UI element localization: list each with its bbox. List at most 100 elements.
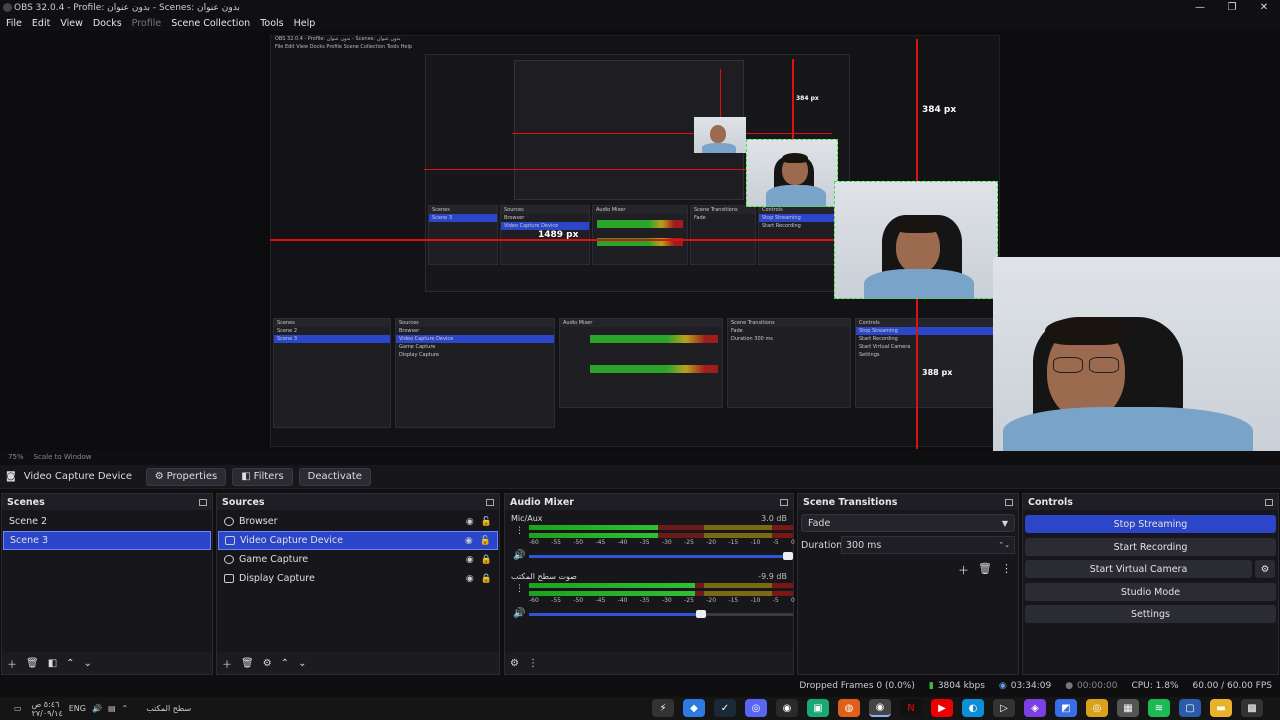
undock-icon[interactable] bbox=[199, 498, 207, 506]
app-icon[interactable]: ◈ bbox=[1024, 699, 1046, 717]
duration-input[interactable]: 300 ms ⌃⌄ bbox=[841, 536, 1015, 554]
deactivate-button[interactable]: Deactivate bbox=[298, 467, 371, 486]
add-icon[interactable]: ＋ bbox=[958, 562, 969, 578]
network-icon[interactable]: ▤ bbox=[108, 704, 116, 713]
media-player-icon[interactable]: ▷ bbox=[993, 699, 1015, 717]
browser-icon[interactable]: ◍ bbox=[838, 699, 860, 717]
transition-select[interactable]: Fade ▼ bbox=[801, 514, 1015, 532]
stream-time: 03:34:09 bbox=[1010, 681, 1052, 691]
obs-icon[interactable]: ◉ bbox=[776, 699, 798, 717]
menu-edit[interactable]: Edit bbox=[32, 18, 50, 29]
chevron-up-icon[interactable]: ⌃ bbox=[66, 658, 74, 669]
chevron-up-icon[interactable]: ⌃ bbox=[281, 658, 289, 669]
menu-profile[interactable]: Profile bbox=[132, 18, 162, 29]
lock-icon[interactable]: 🔒 bbox=[481, 555, 492, 565]
speaker-icon[interactable]: 🔊 bbox=[513, 550, 525, 561]
add-icon[interactable]: ＋ bbox=[222, 656, 232, 671]
lock-icon[interactable]: 🔓 bbox=[481, 517, 492, 527]
chrome-icon[interactable]: ◎ bbox=[1086, 699, 1108, 717]
undock-icon[interactable] bbox=[486, 498, 494, 506]
chevron-down-icon[interactable]: ⌄ bbox=[84, 658, 92, 669]
filters-button[interactable]: ◧ Filters bbox=[232, 467, 293, 486]
gear-icon[interactable]: ⚙ bbox=[510, 658, 519, 669]
app-icon[interactable]: ▣ bbox=[807, 699, 829, 717]
stepper-icon[interactable]: ⌃⌄ bbox=[998, 541, 1014, 549]
source-item[interactable]: Display Capture ◉ 🔒 bbox=[218, 569, 498, 588]
menu-help[interactable]: Help bbox=[294, 18, 316, 29]
chevron-down-icon[interactable]: ⌄ bbox=[298, 658, 306, 669]
scene-item[interactable]: Scene 3 bbox=[3, 531, 211, 550]
app-icon[interactable]: ◩ bbox=[1055, 699, 1077, 717]
source-item[interactable]: Browser ◉ 🔓 bbox=[218, 512, 498, 531]
scale-mode-select[interactable]: Scale to Window bbox=[34, 453, 92, 461]
close-button[interactable]: ✕ bbox=[1248, 0, 1280, 15]
speaker-icon[interactable]: 🔊 bbox=[513, 608, 525, 619]
trash-icon[interactable]: 🗑 bbox=[241, 658, 254, 669]
desktop-toolbar[interactable]: سطح المكتب bbox=[146, 704, 191, 713]
undock-icon[interactable] bbox=[1005, 498, 1013, 506]
chevron-up-icon[interactable]: ⌃ bbox=[122, 704, 129, 713]
start-recording-button[interactable]: Start Recording bbox=[1025, 538, 1276, 556]
menu-tools[interactable]: Tools bbox=[260, 18, 283, 29]
obs-active-icon[interactable]: ◉ bbox=[869, 699, 891, 717]
channel-db: -9.9 dB bbox=[758, 572, 787, 581]
volume-slider[interactable] bbox=[529, 552, 793, 560]
trash-icon[interactable]: 🗑 bbox=[978, 562, 992, 578]
netflix-icon[interactable]: N bbox=[900, 699, 922, 717]
menu-file[interactable]: File bbox=[6, 18, 22, 29]
start-virtual-camera-button[interactable]: Start Virtual Camera bbox=[1025, 560, 1252, 578]
properties-button[interactable]: ⚙ Properties bbox=[145, 467, 227, 486]
volume-slider[interactable] bbox=[529, 610, 793, 618]
steam-icon[interactable]: ✓ bbox=[714, 699, 736, 717]
filter-icon[interactable]: ◧ bbox=[48, 658, 57, 669]
eye-icon[interactable]: ◉ bbox=[466, 574, 474, 584]
tick-label: -55 bbox=[551, 597, 561, 604]
menu-docks[interactable]: Docks bbox=[93, 18, 122, 29]
app-icon[interactable]: ⚡ bbox=[652, 699, 674, 717]
more-icon[interactable]: ⋮ bbox=[515, 526, 524, 536]
bitrate: 3804 kbps bbox=[937, 681, 985, 691]
source-item[interactable]: Game Capture ◉ 🔒 bbox=[218, 550, 498, 569]
stop-streaming-button[interactable]: Stop Streaming bbox=[1025, 515, 1276, 533]
app-icon[interactable]: ◆ bbox=[683, 699, 705, 717]
studio-mode-button[interactable]: Studio Mode bbox=[1025, 583, 1276, 601]
camera-icon: ◙ bbox=[6, 471, 16, 482]
preview-canvas[interactable]: OBS 32.0.4 - Profile: بدون عنوان - Scene… bbox=[0, 31, 1280, 461]
virtual-camera-settings-button[interactable]: ⚙ bbox=[1255, 560, 1275, 578]
notification-icon[interactable]: ▭ bbox=[14, 704, 22, 713]
language-indicator[interactable]: ENG bbox=[69, 704, 86, 713]
eye-icon[interactable]: ◉ bbox=[466, 517, 474, 527]
folder-icon[interactable]: ▬ bbox=[1210, 699, 1232, 717]
edge-icon[interactable]: ◐ bbox=[962, 699, 984, 717]
undock-icon[interactable] bbox=[780, 498, 788, 506]
maximize-button[interactable]: ❐ bbox=[1216, 0, 1248, 15]
more-icon[interactable]: ⋮ bbox=[1001, 562, 1012, 578]
scene-item[interactable]: Scene 2 bbox=[3, 512, 211, 531]
lock-icon[interactable]: 🔒 bbox=[481, 574, 492, 584]
app-icon[interactable]: ▩ bbox=[1241, 699, 1263, 717]
volume-icon[interactable]: 🔊 bbox=[92, 704, 102, 713]
app-icon[interactable]: ▢ bbox=[1179, 699, 1201, 717]
app-icon[interactable]: ▦ bbox=[1117, 699, 1139, 717]
settings-button[interactable]: Settings bbox=[1025, 605, 1276, 623]
add-icon[interactable]: ＋ bbox=[7, 656, 17, 671]
menu-view[interactable]: View bbox=[60, 18, 83, 29]
gear-icon[interactable]: ⚙ bbox=[263, 658, 272, 669]
zoom-level[interactable]: 75% bbox=[8, 453, 24, 461]
more-icon[interactable]: ⋮ bbox=[528, 658, 538, 669]
undock-icon[interactable] bbox=[1265, 498, 1273, 506]
youtube-icon[interactable]: ▶ bbox=[931, 699, 953, 717]
eye-icon[interactable]: ◉ bbox=[466, 555, 474, 565]
trash-icon[interactable]: 🗑 bbox=[26, 658, 39, 669]
discord-icon[interactable]: ◎ bbox=[745, 699, 767, 717]
eye-icon[interactable]: ◉ bbox=[465, 536, 473, 546]
gear-icon: ⚙ bbox=[1260, 563, 1270, 575]
spotify-icon[interactable]: ≋ bbox=[1148, 699, 1170, 717]
source-item[interactable]: Video Capture Device ◉ 🔓 bbox=[218, 531, 498, 550]
minimize-button[interactable]: — bbox=[1184, 0, 1216, 15]
tick-label: 0 bbox=[791, 597, 795, 604]
more-icon[interactable]: ⋮ bbox=[515, 584, 524, 594]
clock[interactable]: ٥:٤٦ ص ٢٧/٠٩/١٤ bbox=[32, 700, 63, 718]
lock-icon[interactable]: 🔓 bbox=[480, 536, 491, 546]
menu-scene-collection[interactable]: Scene Collection bbox=[171, 18, 250, 29]
